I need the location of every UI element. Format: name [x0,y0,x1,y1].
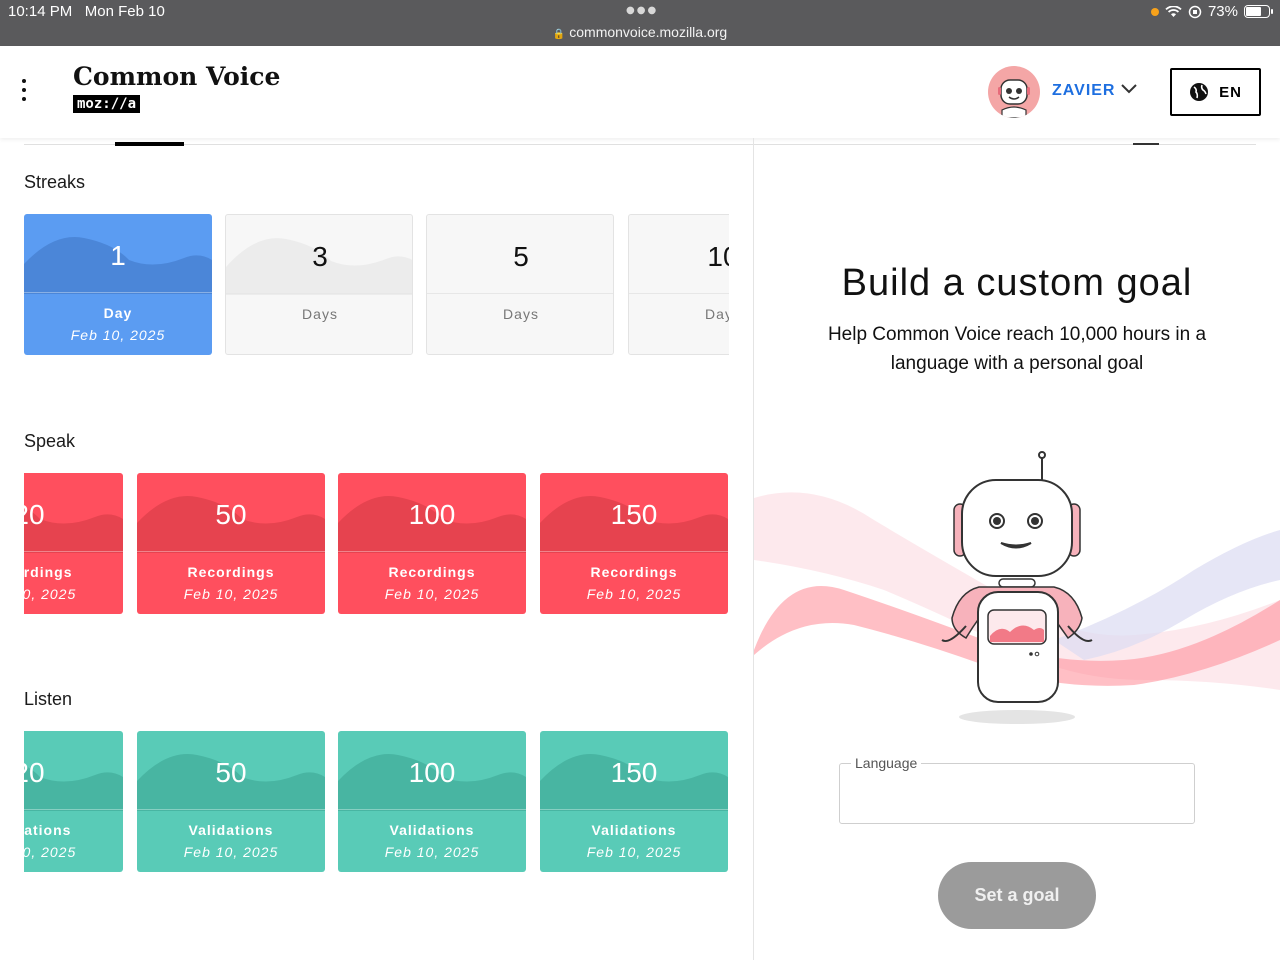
ios-status-bar: 10:14 PM Mon Feb 10 ●●● 🔒 commonvoice.moz… [0,0,1280,46]
card-value: 50 [215,757,247,788]
set-goal-button[interactable]: Set a goal [938,862,1096,929]
speak-card[interactable]: 100 Recordings Feb 10, 2025 [338,473,526,614]
username[interactable]: ZAVIER [1052,82,1115,100]
streak-card[interactable]: 10 Days [628,214,729,355]
listen-row[interactable]: 20 Validations Feb 10, 2025 50 Validatio… [24,731,729,873]
card-date: Feb 10, 2025 [384,586,480,602]
achievements-panel: Streaks 1 Day Feb 10, 2025 3 Days 5 Days [0,138,753,960]
card-value: 50 [215,499,247,530]
card-value: 150 [610,499,658,530]
avatar[interactable] [988,66,1040,118]
robot-illustration [754,451,1280,724]
wifi-icon [1165,5,1182,17]
robot-avatar-icon [998,79,1030,118]
listen-card[interactable]: 20 Validations Feb 10, 2025 [24,731,123,872]
card-date: Feb 10, 2025 [586,586,682,602]
streak-card[interactable]: 3 Days [225,214,413,355]
language-button[interactable]: EN [1170,68,1261,116]
card-label: Recordings [388,564,476,580]
status-time-date: 10:14 PM Mon Feb 10 [8,3,165,20]
goal-title: Build a custom goal [841,262,1193,304]
speak-title: Speak [24,431,76,451]
site-title[interactable]: Common Voice [73,62,280,91]
listen-card[interactable]: 50 Validations Feb 10, 2025 [137,731,325,872]
speak-row[interactable]: 20 Recordings Feb 10, 2025 50 Recordings… [24,473,729,615]
menu-kebab-icon[interactable] [18,79,30,105]
right-tabs-divider [754,144,1256,145]
card-label: Recordings [24,564,73,580]
card-label: Day [103,305,133,321]
card-label: Recordings [590,564,678,580]
card-value: 5 [513,241,529,272]
streak-card[interactable]: 5 Days [426,214,614,355]
url-text: commonvoice.mozilla.org [569,24,728,40]
card-value: 3 [312,241,328,272]
card-value: 100 [408,499,456,530]
card-label: Recordings [187,564,275,580]
card-value: 1 [110,240,126,271]
language-field-label: Language [851,755,922,771]
goal-subtitle: Help Common Voice reach 10,000 hours in … [827,324,1207,374]
listen-card[interactable]: 100 Validations Feb 10, 2025 [338,731,526,872]
card-value: 10 [707,241,729,272]
card-value: 20 [24,499,45,530]
globe-icon [1190,83,1209,101]
status-date: Mon Feb 10 [84,3,165,20]
orientation-lock-icon [1188,5,1202,18]
card-label: Days [302,306,338,322]
site-header: Common Voice moz://a ZAVIER EN [0,46,1280,138]
speak-card[interactable]: 150 Recordings Feb 10, 2025 [540,473,728,614]
language-field[interactable] [839,763,1195,824]
card-value: 100 [408,757,456,788]
card-label: Validations [389,822,475,838]
battery-icon [1244,5,1273,18]
card-label: Validations [24,822,72,838]
status-indicators: 73% [1150,3,1273,20]
streak-card[interactable]: 1 Day Feb 10, 2025 [24,214,212,355]
card-label: Days [705,306,729,322]
multitask-dots-icon[interactable]: ●●● [626,5,658,16]
language-button-label: EN [1219,83,1242,101]
card-date: Feb 10, 2025 [183,586,279,602]
active-tab-indicator [115,142,184,146]
listen-card[interactable]: 150 Validations Feb 10, 2025 [540,731,728,872]
card-label: Days [503,306,539,322]
mozilla-logo[interactable]: moz://a [73,95,141,113]
card-date: Feb 10, 2025 [384,844,480,860]
battery-percent: 73% [1207,3,1238,20]
mic-indicator-icon [1150,7,1159,16]
chevron-down-icon[interactable] [1120,82,1138,94]
streaks-row[interactable]: 1 Day Feb 10, 2025 3 Days 5 Days 10 Days [24,214,729,356]
card-label: Validations [591,822,677,838]
card-date: Feb 10, 2025 [24,844,77,860]
streaks-title: Streaks [24,172,86,192]
card-date: Feb 10, 2025 [70,327,166,343]
card-label: Validations [188,822,274,838]
listen-title: Listen [24,689,73,709]
card-date: Feb 10, 2025 [586,844,682,860]
address-bar[interactable]: 🔒 commonvoice.mozilla.org [0,24,1280,40]
card-value: 150 [610,757,658,788]
speak-card[interactable]: 50 Recordings Feb 10, 2025 [137,473,325,614]
lock-icon: 🔒 [552,29,566,40]
status-time: 10:14 PM [8,3,73,20]
card-value: 20 [24,757,45,788]
speak-card[interactable]: 20 Recordings Feb 10, 2025 [24,473,123,614]
card-date: Feb 10, 2025 [183,844,279,860]
right-tab-indicator [1133,143,1159,145]
card-date: Feb 10, 2025 [24,586,77,602]
